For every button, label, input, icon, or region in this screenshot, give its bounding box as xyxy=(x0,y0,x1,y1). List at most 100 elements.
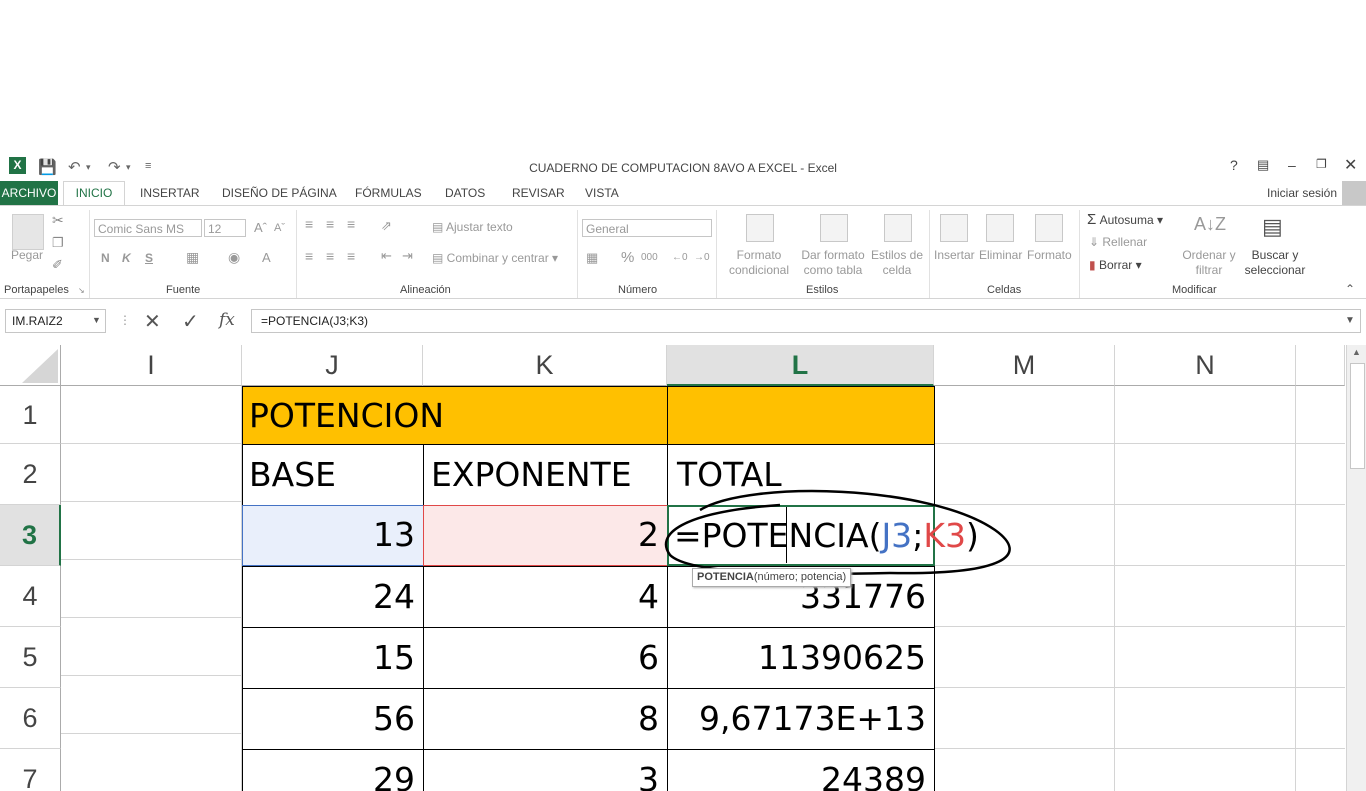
font-color-icon[interactable]: A xyxy=(262,250,271,265)
align-right-icon[interactable]: ≡ xyxy=(347,248,355,264)
wrap-text-button[interactable]: ▤ Ajustar texto xyxy=(432,220,513,234)
grow-font-icon[interactable]: Aˆ xyxy=(254,220,267,235)
undo-icon[interactable]: ↶ xyxy=(68,158,81,176)
binoculars-icon[interactable]: ▤ xyxy=(1262,214,1283,240)
save-icon[interactable]: 💾 xyxy=(38,158,57,176)
redo-dropdown-icon[interactable]: ▾ xyxy=(126,162,131,173)
clear-button[interactable]: ▮ Borrar ▾ xyxy=(1089,258,1142,272)
format-painter-icon[interactable]: ✐ xyxy=(52,257,63,273)
cell-styles-icon[interactable] xyxy=(884,214,912,242)
row-header-3[interactable]: 3 xyxy=(0,505,61,566)
close-icon[interactable]: ✕ xyxy=(1344,155,1357,175)
scrollbar-thumb[interactable] xyxy=(1350,363,1365,469)
conditional-format-button[interactable]: Formato condicional xyxy=(724,248,794,278)
sign-in-link[interactable]: Iniciar sesión xyxy=(1267,186,1337,200)
column-header-partial[interactable] xyxy=(1296,345,1345,386)
merge-center-button[interactable]: ▤ Combinar y centrar ▾ xyxy=(432,251,558,265)
cell-j2[interactable]: BASE xyxy=(242,444,424,506)
align-middle-icon[interactable]: ≡ xyxy=(326,216,334,232)
formula-input[interactable]: =POTENCIA(J3;K3) xyxy=(251,309,1361,333)
scroll-up-icon[interactable]: ▲ xyxy=(1352,347,1361,357)
tab-datos[interactable]: DATOS xyxy=(445,186,485,200)
align-bottom-icon[interactable]: ≡ xyxy=(347,216,355,232)
empty-cells-region[interactable] xyxy=(934,386,1345,791)
accounting-format-icon[interactable]: ▦ xyxy=(586,250,598,266)
expand-formula-bar-icon[interactable]: ▼ xyxy=(1345,315,1355,326)
avatar[interactable] xyxy=(1342,181,1366,205)
tab-insertar[interactable]: INSERTAR xyxy=(140,186,200,200)
cell-l6[interactable]: 9,67173E+13 xyxy=(667,688,935,750)
ribbon-display-icon[interactable]: ▤ xyxy=(1257,157,1269,173)
splitter-handle-icon[interactable]: ⋮ xyxy=(119,313,131,327)
paste-button[interactable]: Pegar xyxy=(11,248,43,262)
decrease-indent-icon[interactable]: ⇤ xyxy=(381,248,392,264)
align-left-icon[interactable]: ≡ xyxy=(305,248,313,264)
row-header-2[interactable]: 2 xyxy=(0,444,61,505)
orientation-icon[interactable]: ⇗ xyxy=(381,218,392,234)
enter-icon[interactable]: ✓ xyxy=(182,309,199,334)
insert-function-button[interactable]: fx xyxy=(219,310,235,330)
column-header-m[interactable]: M xyxy=(934,345,1115,386)
vertical-scrollbar[interactable]: ▲ xyxy=(1346,345,1366,791)
format-as-table-icon[interactable] xyxy=(820,214,848,242)
percent-style-button[interactable]: % xyxy=(621,249,634,266)
tab-vista[interactable]: VISTA xyxy=(585,186,619,200)
cell-j7[interactable]: 29 xyxy=(242,749,424,791)
cell-k4[interactable]: 4 xyxy=(423,566,668,628)
cancel-icon[interactable]: ✕ xyxy=(144,309,161,334)
collapse-ribbon-icon[interactable]: ⌃ xyxy=(1345,282,1355,296)
insert-cells-icon[interactable] xyxy=(940,214,968,242)
help-button[interactable]: ? xyxy=(1230,157,1238,173)
column-header-n[interactable]: N xyxy=(1115,345,1296,386)
cell-j5[interactable]: 15 xyxy=(242,627,424,689)
cell-j6[interactable]: 56 xyxy=(242,688,424,750)
cell-l7[interactable]: 24389 xyxy=(667,749,935,791)
tab-inicio[interactable]: INICIO xyxy=(63,181,125,206)
minimize-icon[interactable]: – xyxy=(1288,157,1296,173)
format-cells-button[interactable]: Formato xyxy=(1027,248,1072,262)
row-header-6[interactable]: 6 xyxy=(0,688,61,749)
customize-toolbar-icon[interactable]: ≡ xyxy=(145,160,151,172)
tab-revisar[interactable]: REVISAR xyxy=(512,186,565,200)
delete-cells-button[interactable]: Eliminar xyxy=(979,248,1022,262)
number-format-select[interactable]: General xyxy=(582,219,712,237)
paste-icon[interactable] xyxy=(12,214,44,250)
row-header-7[interactable]: 7 xyxy=(0,749,61,791)
insert-cells-button[interactable]: Insertar xyxy=(934,248,975,262)
function-tooltip[interactable]: POTENCIA(número; potencia) xyxy=(692,568,852,587)
redo-icon[interactable]: ↷ xyxy=(108,158,121,176)
font-name-select[interactable]: Comic Sans MS xyxy=(94,219,202,237)
column-header-j[interactable]: J xyxy=(242,345,423,386)
underline-button[interactable]: S xyxy=(145,251,153,265)
row-header-1[interactable]: 1 xyxy=(0,386,61,444)
dialog-launcher-icon[interactable]: ↘ xyxy=(78,286,85,295)
sort-filter-icon[interactable]: A↓Z xyxy=(1194,214,1226,235)
fill-color-icon[interactable]: ◉ xyxy=(228,249,240,266)
cell-k7[interactable]: 3 xyxy=(423,749,668,791)
cut-icon[interactable]: ✂ xyxy=(52,212,64,229)
tab-archivo[interactable]: ARCHIVO xyxy=(0,181,58,205)
row-header-5[interactable]: 5 xyxy=(0,627,61,688)
restore-icon[interactable]: ❐ xyxy=(1316,157,1327,171)
decrease-decimal-icon[interactable]: →0 xyxy=(694,252,710,263)
borders-icon[interactable]: ▦ xyxy=(186,249,199,266)
align-center-icon[interactable]: ≡ xyxy=(326,248,334,264)
autosum-button[interactable]: Σ Autosuma ▾ xyxy=(1087,211,1163,228)
shrink-font-icon[interactable]: Aˇ xyxy=(274,222,285,234)
cell-k6[interactable]: 8 xyxy=(423,688,668,750)
font-size-select[interactable]: 12 xyxy=(204,219,246,237)
row-header-4[interactable]: 4 xyxy=(0,566,61,627)
tab-formulas[interactable]: FÓRMULAS xyxy=(355,186,422,200)
cell-k3[interactable]: 2 xyxy=(423,505,668,566)
find-select-button[interactable]: Buscar y seleccionar xyxy=(1238,248,1312,278)
delete-cells-icon[interactable] xyxy=(986,214,1014,242)
italic-button[interactable]: K xyxy=(122,251,131,265)
bold-button[interactable]: N xyxy=(101,251,110,265)
conditional-format-icon[interactable] xyxy=(746,214,774,242)
select-all-button[interactable] xyxy=(0,345,61,386)
column-header-l[interactable]: L xyxy=(667,345,934,386)
increase-indent-icon[interactable]: ⇥ xyxy=(402,248,413,264)
name-box[interactable]: IM.RAIZ2 xyxy=(5,309,106,333)
increase-decimal-icon[interactable]: ←0 xyxy=(672,252,688,263)
cell-k5[interactable]: 6 xyxy=(423,627,668,689)
